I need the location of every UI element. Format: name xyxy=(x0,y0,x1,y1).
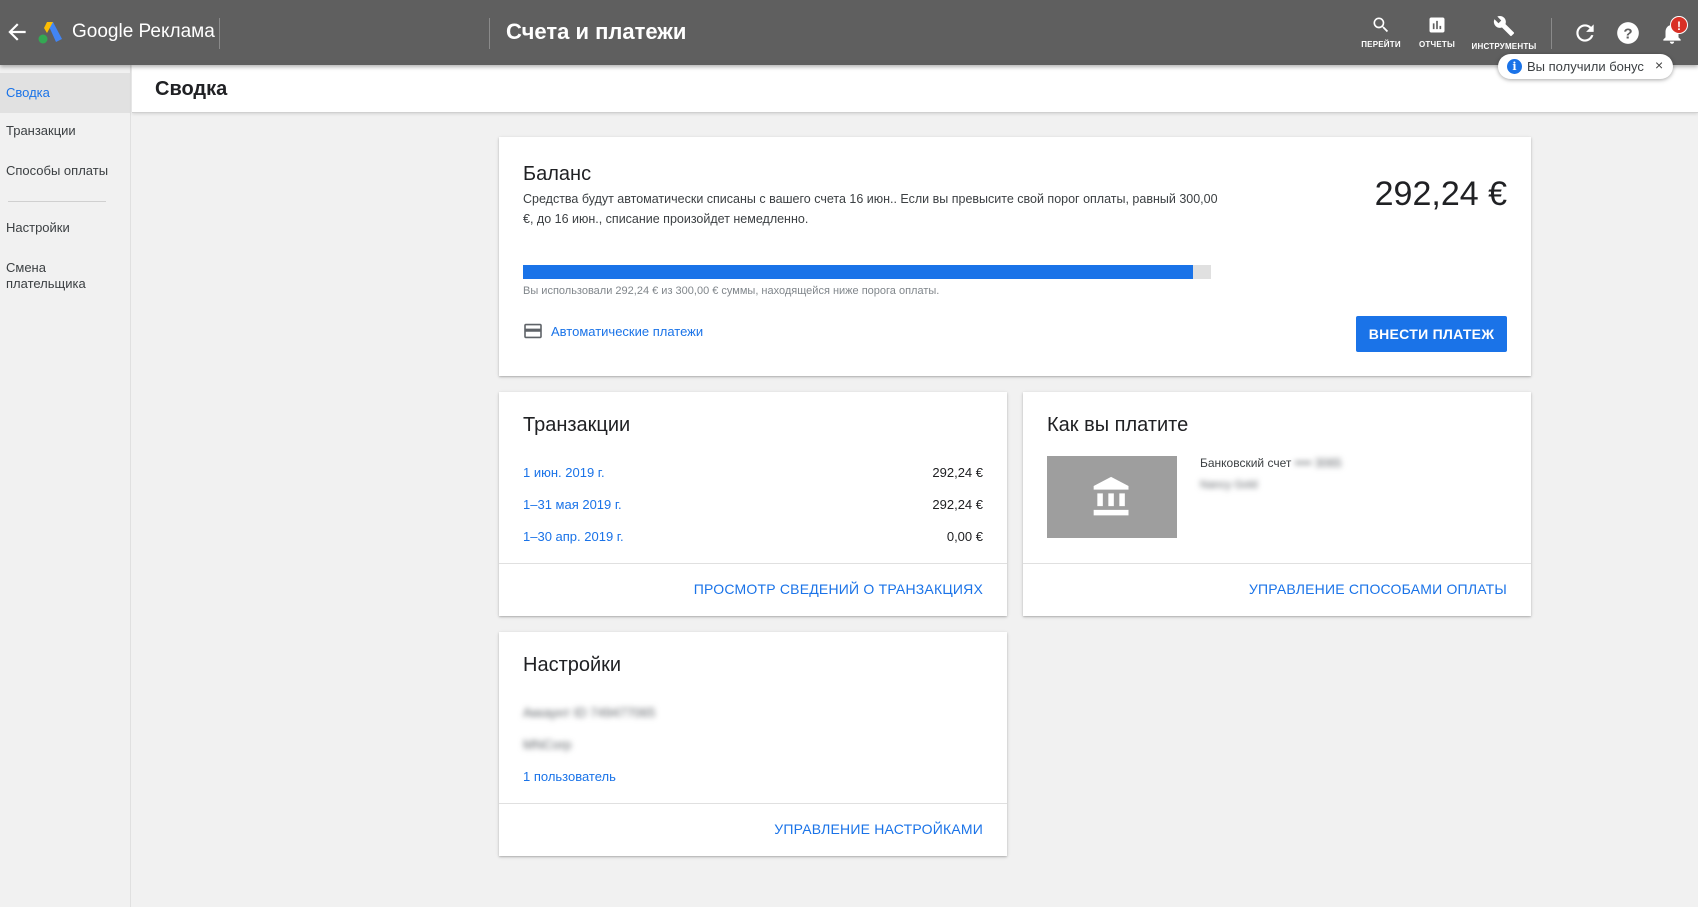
sidebar-item-payment-methods[interactable]: Способы оплаты xyxy=(0,161,131,181)
payment-method-holder: Nancy Gold xyxy=(1200,479,1258,491)
transactions-card: Транзакции 1 июн. 2019 г. 292,24 € 1–31 … xyxy=(499,392,1007,616)
transaction-date-link[interactable]: 1–30 апр. 2019 г. xyxy=(523,529,624,544)
top-app-bar: Google Реклама Счета и платежи ПЕРЕЙТИ О… xyxy=(0,0,1698,65)
refresh-icon[interactable] xyxy=(1572,20,1598,46)
bar-chart-icon xyxy=(1429,17,1445,33)
divider xyxy=(489,18,490,49)
help-icon[interactable]: ? xyxy=(1615,20,1641,46)
tools-button[interactable]: ИНСТРУМЕНТЫ xyxy=(1469,15,1539,51)
table-row: 1–31 мая 2019 г. 292,24 € xyxy=(523,497,983,517)
bonus-text: Вы получили бонус xyxy=(1527,59,1644,74)
sidebar: Сводка Транзакции Способы оплаты Настрой… xyxy=(0,65,131,907)
bonus-notification[interactable]: i Вы получили бонус × xyxy=(1498,54,1673,79)
threshold-progress-note: Вы использовали 292,24 € из 300,00 € сум… xyxy=(523,285,940,297)
divider xyxy=(1551,18,1552,49)
balance-description: Средства будут автоматически списаны с в… xyxy=(523,192,1218,226)
transactions-title: Транзакции xyxy=(523,414,631,436)
payment-method-number: •••• 3065 xyxy=(1294,456,1342,470)
transactions-card-footer: ПРОСМОТР СВЕДЕНИЙ О ТРАНЗАКЦИЯХ xyxy=(499,563,1007,616)
google-ads-logo-icon xyxy=(38,20,64,44)
table-row: 1–30 апр. 2019 г. 0,00 € xyxy=(523,529,983,549)
sidebar-item-transactions[interactable]: Транзакции xyxy=(0,121,131,141)
sidebar-item-settings[interactable]: Настройки xyxy=(0,218,131,238)
payment-method-label: Банковский счет •••• 3065 xyxy=(1200,456,1342,470)
balance-title: Баланс xyxy=(523,163,592,185)
transaction-amount: 292,24 € xyxy=(932,465,983,480)
settings-card: Настройки Аккаунт ID 749477065 MNCorp 1 … xyxy=(499,632,1007,856)
divider xyxy=(219,18,220,49)
notification-badge: ! xyxy=(1670,16,1688,34)
bank-account-image xyxy=(1047,456,1177,538)
reports-label: ОТЧЕТЫ xyxy=(1419,40,1455,49)
users-link[interactable]: 1 пользователь xyxy=(523,769,616,784)
payment-method-title: Как вы платите xyxy=(1047,414,1189,436)
threshold-progress-fill xyxy=(523,265,1194,279)
balance-card: Баланс Средства будут автоматически спис… xyxy=(499,137,1531,376)
threshold-progress-bar xyxy=(523,265,1211,279)
payment-method-type: Банковский счет xyxy=(1200,456,1292,470)
section-title: Сводка xyxy=(155,78,228,100)
manage-payment-methods-link[interactable]: УПРАВЛЕНИЕ СПОСОБАМИ ОПЛАТЫ xyxy=(1249,581,1507,597)
section-header: Сводка xyxy=(132,65,1698,113)
company-name: MNCorp xyxy=(523,737,572,752)
transaction-amount: 292,24 € xyxy=(932,497,983,512)
search-icon xyxy=(1373,17,1389,33)
page-title: Счета и платежи xyxy=(506,19,687,44)
info-icon: i xyxy=(1507,59,1522,74)
transaction-amount: 0,00 € xyxy=(946,529,983,544)
manage-settings-link[interactable]: УПРАВЛЕНИЕ НАСТРОЙКАМИ xyxy=(774,821,983,837)
wrench-icon xyxy=(1493,16,1515,37)
sidebar-item-summary[interactable]: Сводка xyxy=(0,73,131,113)
transaction-date-link[interactable]: 1 июн. 2019 г. xyxy=(523,465,605,480)
reports-button[interactable]: ОТЧЕТЫ xyxy=(1402,15,1472,49)
transaction-date-link[interactable]: 1–31 мая 2019 г. xyxy=(523,497,622,512)
table-row: 1 июн. 2019 г. 292,24 € xyxy=(523,465,983,485)
sidebar-divider xyxy=(8,201,106,202)
bank-icon xyxy=(1093,476,1129,516)
account-id: Аккаунт ID 749477065 xyxy=(523,705,656,720)
close-icon[interactable]: × xyxy=(1655,57,1663,73)
payment-method-card: Как вы платите Банковский счет •••• 3065… xyxy=(1023,392,1531,616)
autopay-link-label: Автоматические платежи xyxy=(551,324,704,339)
sidebar-item-change-payer[interactable]: Смена плательщика xyxy=(0,260,100,292)
settings-card-footer: УПРАВЛЕНИЕ НАСТРОЙКАМИ xyxy=(499,803,1007,856)
brand-name: Google Реклама xyxy=(72,21,215,42)
view-transactions-link[interactable]: ПРОСМОТР СВЕДЕНИЙ О ТРАНЗАКЦИЯХ xyxy=(694,581,983,597)
balance-amount: 292,24 € xyxy=(1374,175,1507,213)
credit-card-icon xyxy=(524,323,542,339)
svg-text:?: ? xyxy=(1623,25,1632,42)
tools-label: ИНСТРУМЕНТЫ xyxy=(1471,42,1537,51)
settings-title: Настройки xyxy=(523,654,622,676)
back-arrow-icon[interactable] xyxy=(4,19,30,45)
make-payment-button[interactable]: ВНЕСТИ ПЛАТЕЖ xyxy=(1356,316,1507,352)
payment-method-card-footer: УПРАВЛЕНИЕ СПОСОБАМИ ОПЛАТЫ xyxy=(1023,563,1531,616)
